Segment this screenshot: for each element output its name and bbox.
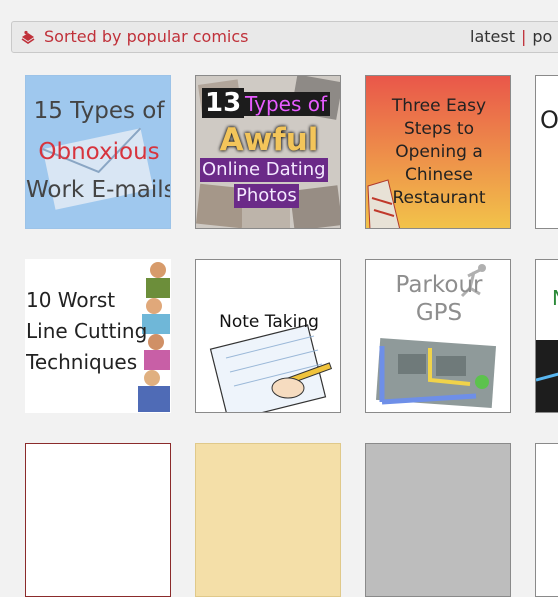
comic-title-line: Work E-mails — [26, 177, 171, 203]
comic-stack-icon — [21, 30, 35, 44]
comic-thumb-partial-1[interactable]: O — [535, 75, 558, 229]
comic-title-line: Line Cutting — [26, 319, 148, 343]
nav-latest-link[interactable]: latest — [470, 27, 515, 46]
comic-thumb-row3-4[interactable] — [535, 443, 558, 597]
sort-label: Sorted by popular comics — [44, 27, 249, 46]
comic-thumb-awful-dating-photos[interactable]: 13 Types of Awful Online Dating Photos — [195, 75, 341, 229]
comic-title-line: Photos — [234, 184, 299, 208]
comic-thumb-row3-1[interactable] — [25, 443, 171, 597]
comic-thumb-parkour-gps[interactable]: Parkour GPS — [365, 259, 511, 413]
comic-title-line: Online Dating — [200, 158, 328, 182]
comic-title-line: Awful — [219, 122, 319, 158]
comic-title-line: O — [540, 106, 558, 134]
comic-title-line: Parkour — [395, 272, 483, 298]
comic-thumb-obnoxious-emails[interactable]: 15 Types of Obnoxious Work E-mails — [25, 75, 171, 229]
notebook-pencil-illustration — [196, 260, 340, 412]
comic-thumb-row3-3[interactable] — [365, 443, 511, 597]
comic-title-line: N — [552, 286, 558, 310]
sort-nav: latest | po — [470, 27, 552, 46]
comic-title-line: GPS — [415, 300, 463, 326]
comic-title-line: 15 Types of — [33, 98, 165, 124]
comic-thumb-chinese-restaurant[interactable]: Three Easy Steps to Opening a Chinese Re… — [365, 75, 511, 229]
comic-title-line: Techniques — [26, 350, 138, 374]
comic-title-line: Chinese — [405, 165, 473, 185]
comic-title-number: 13 — [202, 88, 245, 118]
sort-bar: Sorted by popular comics latest | po — [11, 21, 558, 53]
comic-title-line: Opening a — [395, 142, 483, 162]
comic-thumb-note-taking[interactable]: Note Taking — [195, 259, 341, 413]
comic-title-line: Steps to — [403, 119, 475, 139]
comic-title-line: Restaurant — [392, 188, 486, 208]
comic-title-line: Note Taking — [219, 312, 319, 332]
dark-scene-illustration — [536, 260, 558, 412]
nav-separator: | — [520, 27, 527, 46]
comic-title-line: 10 Worst — [26, 288, 116, 312]
comic-title-line: Obnoxious — [38, 139, 160, 165]
comic-thumb-line-cutting[interactable]: 10 Worst Line Cutting Techniques — [25, 259, 171, 413]
comic-thumb-partial-2[interactable]: N — [535, 259, 558, 413]
nav-popular-link[interactable]: po — [532, 27, 552, 46]
comic-title-line: Types of — [242, 92, 330, 116]
comic-title-line: Three Easy — [391, 96, 487, 116]
comic-thumb-row3-2[interactable] — [195, 443, 341, 597]
